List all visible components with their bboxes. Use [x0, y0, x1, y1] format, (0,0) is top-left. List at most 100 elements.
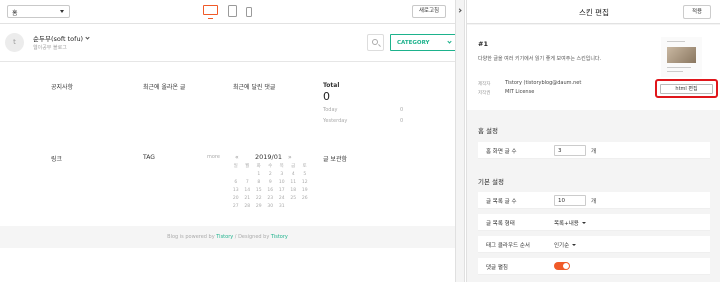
calendar-day[interactable]: 19 — [299, 188, 311, 193]
calendar-day[interactable]: 26 — [299, 196, 311, 201]
search-button[interactable] — [367, 34, 384, 51]
list-format-label: 글 목록 형태 — [486, 221, 515, 227]
caret-down-icon — [60, 10, 64, 13]
calendar-day[interactable]: 15 — [253, 188, 265, 193]
more-link[interactable]: more — [207, 154, 220, 160]
list-format-row: 글 목록 형태 목록+내용 — [478, 214, 710, 231]
apply-button[interactable]: 적용 — [683, 5, 711, 19]
calendar-day[interactable]: 21 — [242, 196, 254, 201]
calendar-day[interactable]: 1 — [253, 172, 265, 177]
calendar-weekday: 화 — [256, 164, 261, 169]
calendar-day[interactable]: 23 — [265, 196, 277, 201]
html-edit-highlight: html 편집 — [655, 79, 718, 98]
comment-folding-toggle[interactable] — [554, 262, 570, 270]
list-format-select[interactable]: 목록+내용 — [554, 219, 586, 227]
mobile-icon[interactable] — [246, 7, 252, 17]
calendar-week-row: 20 21 22 23 24 25 26 — [230, 194, 311, 202]
calendar-day[interactable]: 2 — [265, 172, 277, 177]
home-posts-label: 홈 화면 글 수 — [486, 149, 517, 155]
blog-name-text: 순두부(soft tofu) — [33, 35, 84, 43]
refresh-button[interactable]: 새로고침 — [412, 5, 446, 18]
calendar-weekday: 일 — [233, 164, 238, 169]
calendar-weekday: 월 — [245, 164, 250, 169]
recent-comments-title: 최근에 달린 댓글 — [233, 84, 276, 91]
total-value: 0 — [323, 90, 330, 103]
list-count-row: 글 목록 글 수 10 개 — [478, 192, 710, 209]
chevron-down-icon — [85, 35, 90, 40]
calendar-day[interactable]: 3 — [276, 172, 288, 177]
category-label: CATEGORY — [397, 40, 430, 46]
archive-title: 글 보관함 — [323, 156, 347, 163]
list-format-value: 목록+내용 — [554, 221, 579, 227]
footer-middle: / Designed by — [233, 234, 271, 240]
recent-posts-title: 최근에 올라온 글 — [143, 84, 186, 91]
panel-collapse-button[interactable] — [455, 0, 465, 282]
skin-number: #1 — [478, 40, 488, 48]
calendar-day[interactable]: 6 — [230, 180, 242, 185]
footer-brand-link[interactable]: Tistory — [216, 234, 233, 240]
total-title: Total — [323, 82, 340, 89]
calendar-day[interactable]: 18 — [288, 188, 300, 193]
today-label: Today — [323, 107, 338, 113]
blog-name[interactable]: 순두부(soft tofu) — [33, 33, 90, 43]
calendar-day[interactable]: 29 — [253, 204, 265, 209]
home-posts-unit: 개 — [591, 149, 597, 155]
category-button[interactable]: CATEGORY — [390, 34, 458, 51]
yesterday-value: 0 — [400, 118, 404, 124]
page-select[interactable]: 홈 — [7, 5, 70, 18]
thumbnail-image — [667, 47, 696, 63]
tag-cloud-select[interactable]: 인기순 — [554, 241, 577, 249]
calendar-prev-button[interactable]: « — [235, 154, 239, 161]
footer-prefix: Blog is powered by — [167, 234, 217, 240]
calendar-day[interactable]: 30 — [265, 204, 277, 209]
calendar-weekday: 금 — [291, 164, 296, 169]
tablet-icon[interactable] — [228, 5, 237, 17]
calendar-day[interactable]: 17 — [276, 188, 288, 193]
calendar-day[interactable]: 22 — [253, 196, 265, 201]
calendar-week-row: 27 28 29 30 31 — [230, 202, 311, 210]
comment-folding-row: 댓글 펼침 — [478, 258, 710, 275]
thumbnail-line — [667, 67, 691, 68]
desktop-icon[interactable] — [203, 5, 218, 19]
chevron-down-icon — [447, 39, 452, 44]
calendar-day[interactable]: 10 — [276, 180, 288, 185]
calendar-day[interactable]: 31 — [276, 204, 288, 209]
link-title: 링크 — [51, 156, 63, 163]
thumbnail-line — [667, 41, 685, 42]
calendar-day[interactable]: 9 — [265, 180, 277, 185]
html-edit-button[interactable]: html 편집 — [660, 83, 713, 94]
calendar-day[interactable]: 28 — [242, 204, 254, 209]
calendar-weekday: 토 — [302, 164, 307, 169]
calendar-day[interactable]: 20 — [230, 196, 242, 201]
calendar-title: 2019/01 — [255, 153, 283, 161]
calendar-day[interactable]: 8 — [253, 180, 265, 185]
home-posts-row: 홈 화면 글 수 3 개 — [478, 142, 710, 159]
copyright-value: MIT License — [505, 89, 535, 95]
footer-designer-link[interactable]: Tistory — [271, 234, 288, 240]
tag-cloud-label: 태그 클라우드 순서 — [486, 243, 530, 249]
today-value: 0 — [400, 107, 404, 113]
calendar-day[interactable]: 16 — [265, 188, 277, 193]
list-count-input[interactable]: 10 — [554, 195, 586, 206]
calendar-day[interactable]: 11 — [288, 180, 300, 185]
skin-thumbnail — [661, 37, 702, 77]
calendar-day[interactable]: 12 — [299, 180, 311, 185]
blog-preview: 홈 새로고침 t 순두부(soft tofu) 웹이공부 블로그 CATEGOR… — [0, 0, 458, 282]
maker-label: 제작자 — [478, 82, 491, 87]
calendar-day[interactable]: 13 — [230, 188, 242, 193]
calendar-day[interactable]: 24 — [276, 196, 288, 201]
calendar-week-row: 6 7 8 9 10 11 12 — [230, 178, 311, 186]
avatar[interactable]: t — [5, 33, 24, 52]
calendar-week-row: 12345 — [230, 170, 311, 178]
calendar-day[interactable]: 5 — [299, 172, 311, 177]
calendar-next-button[interactable]: » — [288, 154, 292, 161]
caret-down-icon — [572, 244, 577, 246]
calendar-day[interactable]: 25 — [288, 196, 300, 201]
home-posts-input[interactable]: 3 — [554, 145, 586, 156]
calendar-day[interactable]: 27 — [230, 204, 242, 209]
preview-toolbar: 홈 새로고침 — [0, 0, 455, 24]
calendar-day[interactable]: 7 — [242, 180, 254, 185]
calendar-day[interactable]: 4 — [288, 172, 300, 177]
maker-value: Tistory (tistoryblog@daum.net — [505, 80, 582, 86]
calendar-day[interactable]: 14 — [242, 188, 254, 193]
